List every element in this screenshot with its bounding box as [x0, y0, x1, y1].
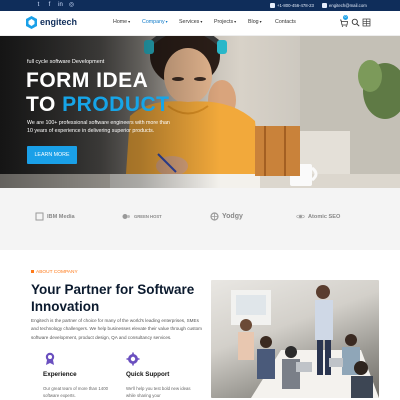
green-host-logo-icon	[122, 214, 130, 220]
atomic-seo-logo-icon	[296, 214, 305, 219]
logo-icon[interactable]	[26, 16, 37, 29]
about-text: Engitech is the partner of choice for ma…	[31, 318, 203, 340]
team-meeting-image	[231, 285, 379, 398]
award-icon	[45, 352, 55, 365]
phone-info[interactable]: +1-800-456-478-23	[270, 1, 314, 10]
brand-atomic-seo[interactable]: Atomic SEO	[296, 210, 340, 224]
chevron-down-icon: ▾	[200, 19, 203, 24]
phone-icon	[270, 3, 275, 9]
hero-title: FORM IDEA TO PRODUCT	[26, 69, 170, 116]
nav-item-projects[interactable]: Projects▾	[214, 19, 236, 25]
top-bar: t f in ◎ +1-800-456-478-23 engitech@mail…	[0, 0, 400, 11]
nav-item-blog[interactable]: Blog▾	[248, 19, 262, 25]
hero-description: We are 100+ professional software engine…	[27, 120, 170, 134]
email-info[interactable]: engitech@mail.com	[322, 1, 367, 10]
about-title: Your Partner for Software Innovation	[31, 282, 195, 314]
linkedin-icon[interactable]: in	[57, 2, 64, 9]
brand-ibm-media[interactable]: IBM Media	[35, 210, 75, 224]
feature-title-quick-support: Quick Support	[126, 371, 170, 378]
about-eyebrow: ABOUT COMPANY	[31, 270, 78, 275]
learn-more-button[interactable]: LEARN MORE	[27, 146, 77, 164]
chevron-down-icon: ▾	[234, 19, 237, 24]
feature-text-quick-support: We'll help you test bold new ideas while…	[126, 386, 191, 398]
chevron-down-icon: ▾	[259, 19, 262, 24]
team-meeting-photo	[211, 280, 379, 398]
facebook-icon[interactable]: f	[46, 2, 53, 9]
feature-title-experience: Experience	[43, 371, 77, 378]
logo-text[interactable]: engitech	[40, 17, 77, 27]
search-icon[interactable]	[351, 18, 360, 27]
ibm-media-logo-icon	[35, 212, 44, 221]
nav-item-home[interactable]: Home▾	[113, 19, 130, 25]
chevron-down-icon: ▾	[165, 19, 168, 24]
menu-grid-icon[interactable]	[362, 18, 371, 27]
nav-item-contacts[interactable]: Contacts	[275, 19, 296, 25]
nav-item-company[interactable]: Company▾	[142, 19, 168, 25]
nav-item-services[interactable]: Services▾	[179, 19, 202, 25]
brand-yodgy[interactable]: Yodgy	[210, 210, 243, 224]
instagram-icon[interactable]: ◎	[68, 2, 75, 9]
mail-icon	[322, 3, 327, 9]
support-gear-icon	[126, 352, 140, 366]
hero-kicker: full cycle software Development	[27, 59, 105, 65]
hero-title-accent: PRODUCT	[62, 93, 170, 116]
partner-brands: IBM Media GREEN HOST Yodgy Atomic SEO	[0, 188, 400, 250]
main-nav: engitech Home▾ Company▾ Services▾ Projec…	[0, 11, 400, 36]
yodgy-logo-icon	[210, 212, 219, 221]
brand-green-host[interactable]: GREEN HOST	[122, 210, 162, 224]
chevron-down-icon: ▾	[128, 19, 131, 24]
twitter-icon[interactable]: t	[35, 2, 42, 9]
cart-badge: 0	[343, 15, 348, 20]
feature-text-experience: Our great team of more than 1400 softwar…	[43, 386, 108, 398]
